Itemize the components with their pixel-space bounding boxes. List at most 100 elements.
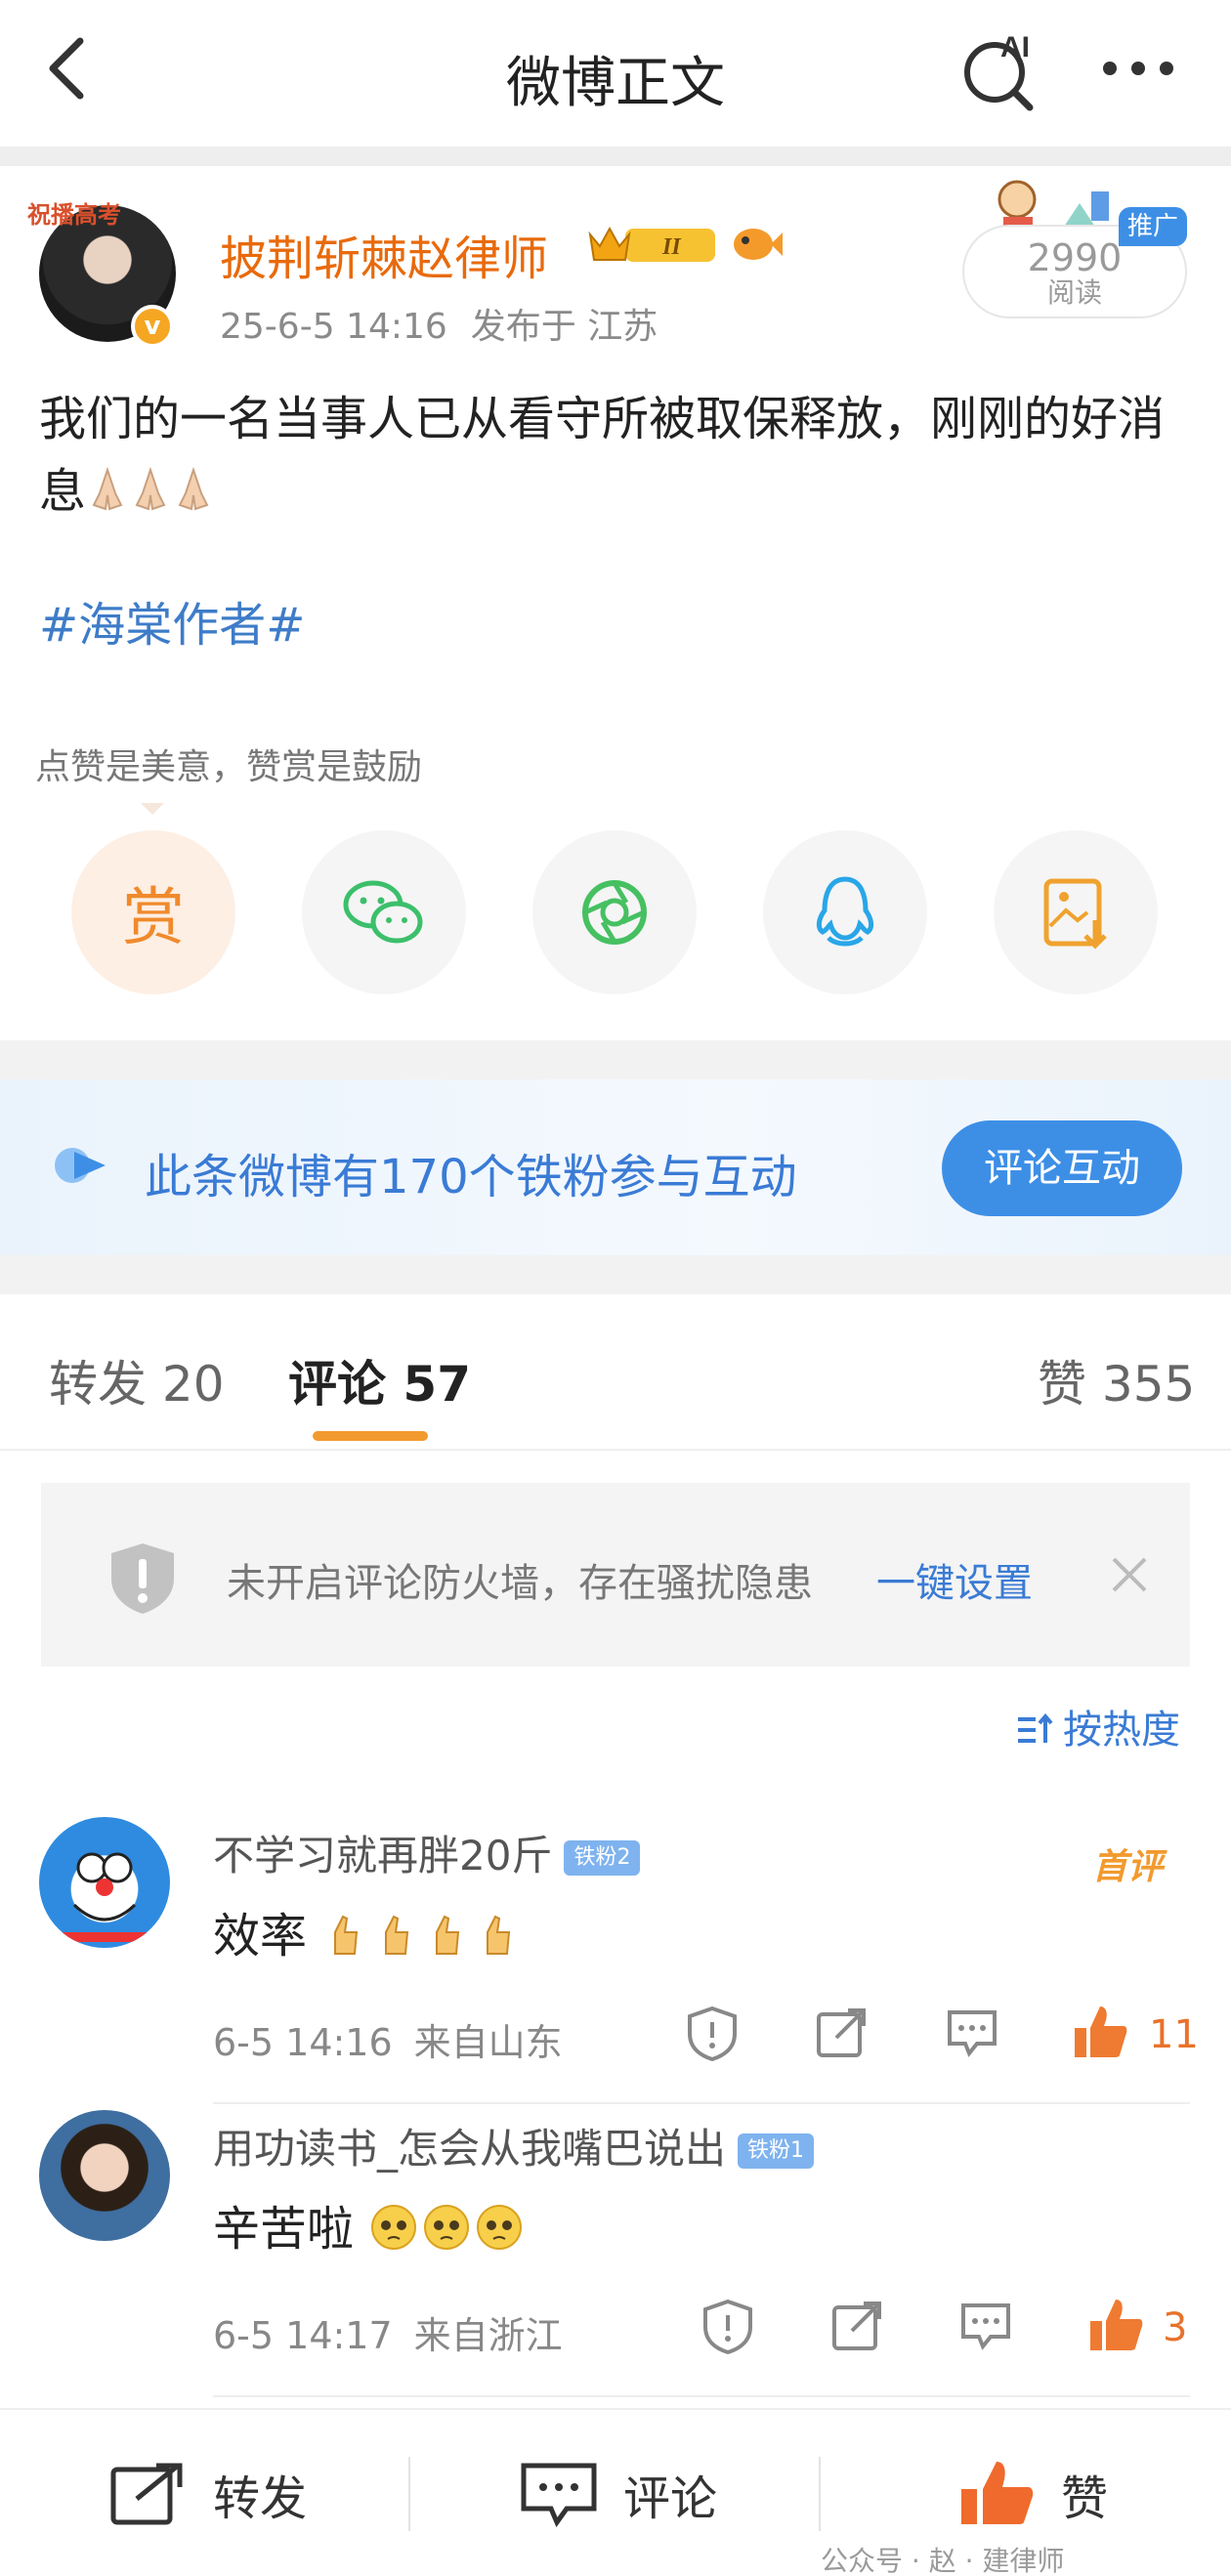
comment-firewall-notice: 未开启评论防火墙，存在骚扰隐患 一键设置 <box>41 1483 1190 1667</box>
comment-divider <box>213 2395 1190 2397</box>
commenter-name-row: 不学习就再胖20斤 铁粉2 <box>213 1823 641 1882</box>
share-icon[interactable] <box>813 2005 870 2061</box>
repost-button[interactable]: 转发 <box>107 2410 307 2576</box>
moments-icon <box>582 880 647 945</box>
commenter-name[interactable]: 用功读书_怎会从我嘴巴说出 <box>213 2125 726 2173</box>
sort-label: 按热度 <box>1063 1708 1180 1753</box>
read-label: 阅读 <box>1046 276 1102 309</box>
fan-toggle-icon <box>55 1148 106 1183</box>
comment-item: 不学习就再胖20斤 铁粉2 首评 效率 6-5 14:16 来自山东 11 <box>0 1817 1231 2110</box>
verified-badge-icon: v <box>131 305 174 348</box>
page-title: 微博正文 <box>506 52 725 115</box>
crown-level-label: II <box>661 234 682 260</box>
sort-icon <box>1018 1713 1053 1743</box>
post-meta: 25-6-5 14:16 发布于 江苏 <box>220 298 658 349</box>
fan-interaction-banner: 此条微博有170个铁粉参与互动 评论互动 <box>0 1079 1231 1255</box>
fan-level-badge: 铁粉1 <box>738 2133 815 2169</box>
more-options-icon[interactable] <box>1094 39 1182 98</box>
comment-body: 效率 <box>213 1909 308 1964</box>
first-comment-badge: 首评 <box>1092 1847 1164 1887</box>
report-icon[interactable] <box>684 2005 741 2061</box>
post-card: 祝播高考 v 披荆斩棘赵律师 II 25-6-5 14:16 发布于 江苏 299… <box>0 166 1231 1040</box>
comment-text: 效率 <box>213 1897 527 1965</box>
firewall-setup-link[interactable]: 一键设置 <box>876 1551 1033 1608</box>
ai-search-icon[interactable]: AI <box>957 27 1045 115</box>
thumbs-up-emoji-icon <box>334 1915 511 1955</box>
comment-meta: 6-5 14:17 来自浙江 <box>213 2305 563 2359</box>
top-bar: 微博正文 AI <box>0 0 1231 147</box>
like-count: 11 <box>1149 2012 1199 2057</box>
comment-meta: 6-5 14:16 来自山东 <box>213 2012 563 2066</box>
reply-icon[interactable] <box>957 2298 1014 2354</box>
folded-hands-icon <box>178 466 209 511</box>
comment-body: 辛苦啦 <box>213 2202 355 2257</box>
fan-interaction-text: 此条微博有170个铁粉参与互动 <box>145 1150 797 1204</box>
share-row: 赏 <box>0 830 1231 1006</box>
post-location: 发布于 江苏 <box>470 307 658 347</box>
comment-location: 来自山东 <box>413 2021 563 2064</box>
reward-tip: 点赞是美意，赞赏是鼓励 <box>35 747 423 787</box>
bottom-bar-divider <box>819 2457 821 2531</box>
commenter-avatar[interactable] <box>39 1817 170 1948</box>
tab-repost[interactable]: 转发 20 <box>49 1345 225 1415</box>
comment-location: 来自浙江 <box>413 2314 563 2357</box>
save-image-button[interactable] <box>994 830 1158 994</box>
close-icon[interactable] <box>1108 1553 1151 1596</box>
commenter-name[interactable]: 不学习就再胖20斤 <box>213 1832 552 1879</box>
share-icon[interactable] <box>828 2298 885 2354</box>
commenter-avatar[interactable] <box>39 2110 170 2241</box>
promo-tag: 推广 <box>1119 207 1187 246</box>
author-name[interactable]: 披荆斩棘赵律师 <box>220 220 548 288</box>
section-divider <box>0 147 1231 166</box>
reward-label: 赏 <box>122 882 185 954</box>
like-label: 赞 <box>1061 2471 1109 2526</box>
avatar-frame-text: 祝播高考 <box>27 201 121 229</box>
reply-icon[interactable] <box>944 2005 1000 2061</box>
tab-comments[interactable]: 评论 57 <box>288 1345 471 1415</box>
comment-item: 用功读书_怎会从我嘴巴说出 铁粉1 辛苦啦 6-5 14:17 来自浙江 3 <box>0 2110 1231 2403</box>
bottom-bar-divider <box>408 2457 410 2531</box>
post-body: 我们的一名当事人已从看守所被取保释放，刚刚的好消息 <box>39 383 1202 528</box>
folded-hands-icon <box>135 466 166 511</box>
section-divider <box>0 1040 1231 1079</box>
report-icon[interactable] <box>700 2298 756 2354</box>
folded-hands-icon <box>92 466 123 511</box>
pleading-face-emoji-icon <box>371 2205 523 2250</box>
comment-divider <box>213 2102 1190 2104</box>
tab-likes[interactable]: 赞 355 <box>1038 1345 1195 1415</box>
reward-button[interactable]: 赏 <box>71 830 235 994</box>
comment-label: 评论 <box>623 2471 718 2526</box>
comment-time: 6-5 14:17 <box>213 2314 393 2357</box>
comment-icon <box>521 2463 597 2528</box>
engagement-tabs: 转发 20 评论 57 赞 355 <box>0 1294 1231 1451</box>
comment-interaction-button[interactable]: 评论互动 <box>942 1120 1182 1216</box>
comment-time: 6-5 14:16 <box>213 2021 393 2064</box>
firewall-warning-text: 未开启评论防火墙，存在骚扰隐患 <box>227 1561 813 1606</box>
qq-icon <box>816 876 874 947</box>
repost-label: 转发 <box>213 2471 308 2526</box>
vip-crown-badge-icon[interactable]: II <box>586 221 719 268</box>
section-divider <box>0 1255 1231 1294</box>
share-qq-button[interactable] <box>763 830 927 994</box>
save-image-icon <box>1043 878 1107 950</box>
hashtag-link[interactable]: #海棠作者# <box>39 586 305 655</box>
sort-by-hot-button[interactable]: 按热度 <box>1016 1698 1180 1754</box>
commenter-name-row: 用功读书_怎会从我嘴巴说出 铁粉1 <box>213 2116 815 2175</box>
watermark-text: 公众号 · 赵 · 建律师 <box>821 2545 1065 2576</box>
share-moments-button[interactable] <box>532 830 697 994</box>
like-icon[interactable] <box>1086 2296 1145 2354</box>
comment-text: 辛苦啦 <box>213 2190 525 2259</box>
ai-label: AI <box>1000 31 1030 63</box>
fan-level-badge: 铁粉2 <box>564 1840 641 1876</box>
share-wechat-button[interactable] <box>302 830 466 994</box>
like-filled-icon <box>961 2462 1034 2524</box>
fish-badge-icon <box>734 229 783 260</box>
comment-button[interactable]: 评论 <box>518 2410 717 2576</box>
doraemon-avatar-icon <box>59 1852 150 1942</box>
like-count: 3 <box>1163 2305 1188 2350</box>
active-tab-indicator <box>313 1431 428 1441</box>
tip-pointer-icon <box>141 803 164 815</box>
wechat-icon <box>343 880 423 944</box>
like-icon[interactable] <box>1071 2003 1129 2061</box>
shield-warning-icon <box>111 1543 174 1614</box>
